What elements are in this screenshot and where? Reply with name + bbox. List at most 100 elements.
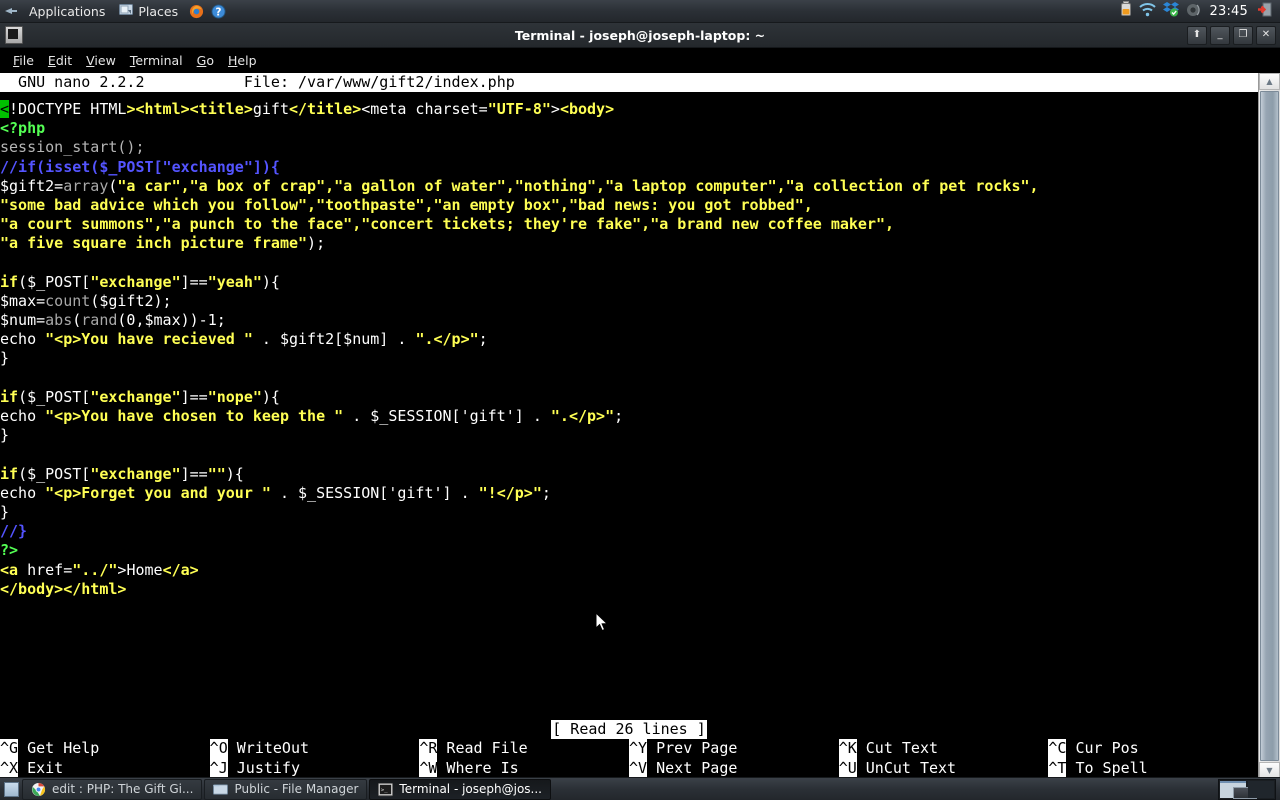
shortcut-key: ^O <box>209 739 228 759</box>
code-line: } <box>0 349 10 368</box>
menu-bar: File Edit View Terminal Go Help <box>0 48 1280 73</box>
terminal-icon <box>5 26 23 44</box>
nano-header-bar: GNU nano 2.2.2 File: /var/www/gift2/inde… <box>0 73 1258 92</box>
menu-file[interactable]: File <box>6 51 41 70</box>
mouse-pointer-launcher-icon[interactable] <box>0 0 22 23</box>
taskbar-item-label: Terminal - joseph@jos... <box>399 782 542 796</box>
wifi-icon[interactable] <box>1138 2 1156 21</box>
nano-status-message: [ Read 26 lines ] <box>551 720 707 739</box>
shortcut-label: Get Help <box>18 739 100 757</box>
code-line: ?> <box>0 541 19 560</box>
shortcut-cur-pos[interactable]: ^C Cur Pos <box>1048 739 1258 759</box>
shortcut-uncut-text[interactable]: ^U UnCut Text <box>838 758 1049 778</box>
shortcut-to-spell[interactable]: ^T To Spell <box>1048 758 1258 778</box>
taskbar-item-1[interactable]: Public - File Manager <box>204 778 368 800</box>
shortcut-label: Justify <box>227 758 300 777</box>
code-line: $gift2=array("a car","a box of crap","a … <box>0 176 1039 195</box>
code-line: } <box>0 426 10 445</box>
code-line: "some bad advice which you follow","toot… <box>0 195 813 214</box>
code-line: "a five square inch picture frame"); <box>0 234 326 253</box>
places-menu[interactable]: Places <box>112 0 185 23</box>
folder-icon <box>213 782 229 797</box>
close-button[interactable]: ✕ <box>1256 25 1276 45</box>
shortcut-label: Cut Text <box>856 739 939 757</box>
nano-status-line: [ Read 26 lines ] <box>0 720 1258 739</box>
shortcut-label: UnCut Text <box>856 758 957 777</box>
shortcut-key: ^C <box>1048 739 1067 759</box>
svg-text:?: ? <box>215 6 221 18</box>
taskbar-item-0[interactable]: edit : PHP: The Gift Gi... <box>22 778 203 800</box>
code-line: } <box>0 502 10 521</box>
shortcut-key: ^U <box>838 758 857 778</box>
shortcut-key: ^W <box>419 758 438 778</box>
shortcut-next-page[interactable]: ^V Next Page <box>629 758 839 778</box>
shortcut-label: Next Page <box>647 758 738 777</box>
nano-text-area[interactable]: <!DOCTYPE HTML><html><title>gift</title>… <box>0 92 1258 599</box>
shortcut-row: ^G Get Help ^O WriteOut ^R Read File ^Y Pre… <box>0 739 1258 759</box>
nano-shortcut-bar: ^G Get Help ^O WriteOut ^R Read File ^Y Pre… <box>0 739 1258 779</box>
code-line: </body></html> <box>0 579 127 598</box>
taskbar: edit : PHP: The Gift Gi... Public - File … <box>0 777 1280 800</box>
workspace-1[interactable] <box>1220 780 1257 799</box>
shortcut-get-help[interactable]: ^G Get Help <box>0 739 210 759</box>
menu-help[interactable]: Help <box>221 51 264 70</box>
dropbox-icon[interactable] <box>1162 1 1179 21</box>
menu-go[interactable]: Go <box>190 51 221 70</box>
shortcut-label: Prev Page <box>647 739 738 757</box>
shortcut-key: ^K <box>838 739 857 759</box>
menu-edit[interactable]: Edit <box>41 51 79 70</box>
window-titlebar[interactable]: Terminal - joseph@joseph-laptop: ~ ⬆ _ ❐… <box>0 23 1280 48</box>
speaker-icon[interactable] <box>1186 2 1201 21</box>
places-menu-label: Places <box>138 3 179 19</box>
firefox-icon[interactable] <box>185 0 207 23</box>
code-line: echo "<p>You have chosen to keep the " .… <box>0 407 624 425</box>
code-line: echo "<p>Forget you and your " . $_SESSI… <box>0 483 551 502</box>
desktop-screen: Applications Places ? 23:45 Terminal - j… <box>0 0 1280 800</box>
shortcut-read-file[interactable]: ^R Read File <box>419 739 629 759</box>
applications-menu-label: Applications <box>29 3 106 19</box>
shortcut-writeout[interactable]: ^O WriteOut <box>209 739 420 759</box>
maximize-button[interactable]: ❐ <box>1233 25 1253 45</box>
shade-button[interactable]: ⬆ <box>1187 25 1207 45</box>
terminal-icon: >_ <box>378 782 394 797</box>
battery-icon[interactable] <box>1120 1 1132 21</box>
shortcut-label: To Spell <box>1066 758 1148 777</box>
shortcut-key: ^V <box>629 758 648 778</box>
taskbar-item-2[interactable]: >_ Terminal - joseph@jos... <box>369 778 551 800</box>
chevron-up-icon[interactable]: ▲ <box>1259 73 1280 90</box>
code-line: <a href="../">Home</a> <box>0 560 199 579</box>
help-icon[interactable]: ? <box>207 0 229 23</box>
menu-view[interactable]: View <box>79 51 123 70</box>
applications-menu[interactable]: Applications <box>22 0 112 23</box>
shortcut-where-is[interactable]: ^W Where Is <box>419 758 629 778</box>
window-title: Terminal - joseph@joseph-laptop: ~ <box>514 27 766 43</box>
shortcut-prev-page[interactable]: ^Y Prev Page <box>629 739 839 759</box>
shortcut-row: ^X Exit ^J Justify ^W Where Is ^V Next Page… <box>0 758 1258 778</box>
code-line: echo "<p>You have recieved " . $gift2[$n… <box>0 330 488 349</box>
menu-terminal[interactable]: Terminal <box>123 51 190 70</box>
shortcut-label: WriteOut <box>227 739 310 757</box>
minimize-button[interactable]: _ <box>1210 25 1230 45</box>
shortcut-exit[interactable]: ^X Exit <box>0 758 210 778</box>
workspace-2[interactable] <box>1248 780 1274 798</box>
window-controls: ⬆ _ ❐ ✕ <box>1187 25 1280 45</box>
code-line: //if(isset($_POST["exchange"]){ <box>0 157 280 176</box>
shortcut-cut-text[interactable]: ^K Cut Text <box>838 739 1049 759</box>
shortcut-label: Where Is <box>437 758 519 777</box>
vertical-scrollbar[interactable]: ▲ ▼ <box>1258 73 1280 779</box>
logout-icon[interactable] <box>1257 2 1272 21</box>
shortcut-justify[interactable]: ^J Justify <box>209 758 420 778</box>
code-line: <?php <box>0 119 46 138</box>
folder-icon <box>119 3 134 19</box>
shortcut-label: Cur Pos <box>1066 739 1139 757</box>
taskbar-item-label: edit : PHP: The Gift Gi... <box>52 782 194 796</box>
code-line: $num=abs(rand(0,$max))-1; <box>0 311 226 330</box>
show-desktop-icon[interactable] <box>0 778 22 800</box>
clock[interactable]: 23:45 <box>1208 4 1250 19</box>
shortcut-key: ^G <box>0 739 19 759</box>
code-line: if($_POST["exchange"]=="yeah"){ <box>0 272 280 291</box>
panel-tray: 23:45 <box>1120 0 1280 23</box>
scrollbar-thumb[interactable] <box>1260 91 1279 761</box>
workspace-switcher[interactable] <box>1218 778 1276 800</box>
code-line: session_start(); <box>0 138 145 157</box>
